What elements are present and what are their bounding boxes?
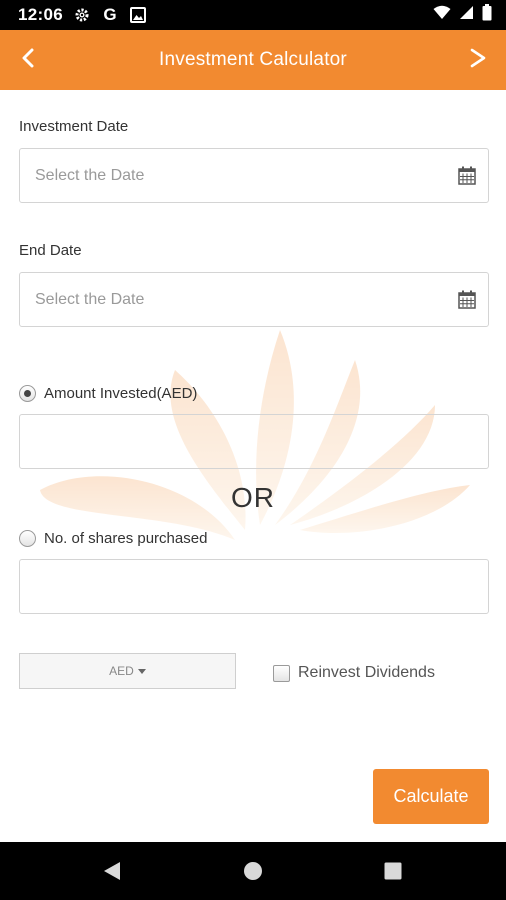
recents-square-icon[interactable] (381, 859, 405, 883)
reinvest-dividends-label: Reinvest Dividends (298, 664, 435, 681)
amount-invested-label: Amount Invested(AED) (44, 385, 198, 402)
home-circle-icon[interactable] (241, 859, 265, 883)
calendar-icon[interactable] (458, 166, 476, 190)
currency-selected-value: AED (109, 664, 134, 678)
status-right (433, 4, 492, 26)
status-time: 12:06 (18, 5, 63, 24)
amount-invested-input[interactable] (19, 414, 489, 469)
currency-dropdown[interactable]: AED (19, 653, 236, 689)
amount-invested-option[interactable]: Amount Invested(AED) (19, 385, 197, 402)
chevron-left-icon (21, 48, 35, 73)
caret-down-icon (137, 669, 146, 674)
investment-date-placeholder: Select the Date (35, 166, 145, 184)
end-date-field[interactable]: Select the Date (19, 272, 489, 327)
investment-date-field[interactable]: Select the Date (19, 148, 489, 203)
calculator-form: Investment Date Select the Date End Date… (0, 90, 506, 842)
signal-icon (459, 5, 474, 25)
shares-purchased-label: No. of shares purchased (44, 530, 208, 547)
status-bar: 12:06 G (0, 0, 506, 30)
back-button[interactable] (0, 30, 56, 90)
forward-button[interactable] (450, 30, 506, 90)
end-date-label: End Date (19, 242, 82, 259)
end-date-placeholder: Select the Date (35, 290, 145, 308)
back-triangle-icon[interactable] (100, 859, 124, 883)
google-icon: G (103, 5, 117, 24)
wifi-icon (433, 5, 451, 25)
calculate-button[interactable]: Calculate (373, 769, 489, 824)
reinvest-dividends-checkbox[interactable] (273, 664, 290, 682)
or-divider-text: OR (231, 482, 275, 513)
amount-invested-radio[interactable] (19, 385, 36, 402)
battery-icon (482, 4, 492, 26)
gear-icon (73, 6, 91, 24)
page-title: Investment Calculator (159, 49, 347, 70)
reinvest-dividends-option[interactable]: Reinvest Dividends (273, 664, 435, 682)
gallery-icon (129, 6, 147, 24)
shares-purchased-option[interactable]: No. of shares purchased (19, 530, 207, 547)
app-bar: Investment Calculator (0, 30, 506, 90)
shares-purchased-radio[interactable] (19, 530, 36, 547)
system-nav-bar (0, 842, 506, 900)
status-left: 12:06 G (18, 5, 147, 25)
shares-purchased-input[interactable] (19, 559, 489, 614)
chevron-right-icon (469, 47, 487, 74)
calendar-icon[interactable] (458, 290, 476, 314)
investment-date-label: Investment Date (19, 118, 129, 135)
